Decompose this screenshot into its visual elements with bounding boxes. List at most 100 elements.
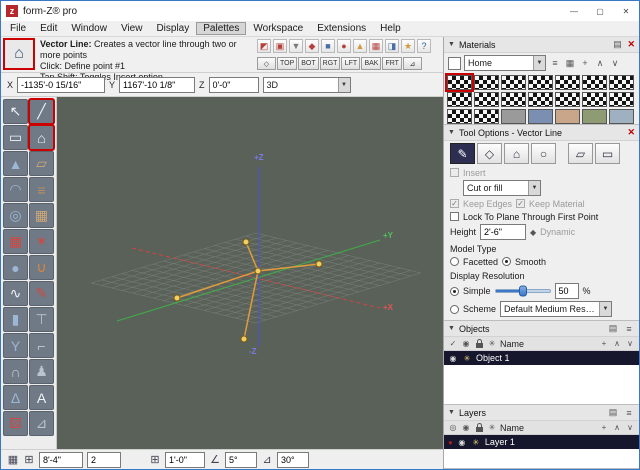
toolbar-icon-7[interactable]: ▲ — [353, 39, 367, 53]
collapse-icon[interactable]: ▼ — [448, 129, 455, 136]
snap-distance-icon[interactable]: ⊞ — [149, 454, 161, 466]
dome-tool[interactable]: ◠ — [3, 177, 28, 202]
add-material-icon[interactable]: + — [579, 57, 591, 69]
lock-icon[interactable] — [474, 340, 484, 348]
axis-snap-icon[interactable]: ⊞ — [23, 454, 35, 466]
scroll-up-icon[interactable]: ∧ — [594, 57, 606, 69]
material-swatch-20[interactable] — [582, 109, 607, 124]
material-swatch-10[interactable] — [501, 92, 526, 107]
menu-item-extensions[interactable]: Extensions — [310, 22, 373, 35]
layer-row[interactable]: ●◉✳Layer 1 — [444, 435, 639, 449]
view-frt-button[interactable]: FRT — [382, 57, 401, 70]
eye-icon[interactable]: ◉ — [461, 423, 471, 432]
add-icon[interactable]: + — [599, 339, 609, 348]
menu-item-palettes[interactable]: Palettes — [196, 22, 246, 35]
material-swatch-7[interactable] — [609, 75, 634, 90]
material-swatch-14[interactable] — [609, 92, 634, 107]
simple-radio[interactable] — [450, 287, 459, 296]
down-icon[interactable]: ∨ — [625, 339, 635, 348]
resolution-input[interactable] — [555, 283, 579, 299]
toolbar-icon-2[interactable]: ▣ — [273, 39, 287, 53]
surface-mode-icon[interactable]: ▱ — [568, 143, 593, 164]
grid-module-input[interactable] — [39, 452, 83, 468]
material-swatch-17[interactable] — [501, 109, 526, 124]
menu-item-file[interactable]: File — [3, 22, 33, 35]
lock-plane-checkbox[interactable] — [450, 212, 459, 221]
material-swatch-4[interactable] — [528, 75, 553, 90]
view-top-button[interactable]: TOP — [277, 57, 297, 70]
material-swatch-1[interactable] — [447, 75, 472, 90]
snap-distance-input[interactable] — [165, 452, 205, 468]
axon-view-icon[interactable]: ◇ — [257, 57, 276, 70]
maximize-button[interactable]: ▢ — [587, 1, 613, 21]
light-icon[interactable]: ✳ — [487, 423, 497, 432]
tool-options-close-icon[interactable]: ✕ — [627, 127, 635, 138]
toolbar-icon-8[interactable]: ▦ — [369, 39, 383, 53]
close-button[interactable]: ✕ — [613, 1, 639, 21]
material-swatch-12[interactable] — [555, 92, 580, 107]
snap-angle-icon[interactable]: ∠ — [209, 454, 221, 466]
current-material-swatch[interactable] — [448, 57, 461, 70]
material-library-select[interactable]: Home ▼ — [464, 55, 546, 71]
materials-menu-icon[interactable]: ▤ — [611, 39, 623, 51]
toolbar-icon-6[interactable]: ● — [337, 39, 351, 53]
menu-item-workspace[interactable]: Workspace — [246, 22, 310, 35]
material-swatch-13[interactable] — [582, 92, 607, 107]
height-input[interactable] — [480, 224, 526, 240]
mesh-tool[interactable]: ▦ — [3, 229, 28, 254]
vector-line-tool[interactable]: ╱ — [29, 99, 54, 124]
menu-item-help[interactable]: Help — [373, 22, 408, 35]
keep-edges-checkbox[interactable]: ✓ — [450, 199, 459, 208]
light-icon[interactable]: ✳ — [487, 339, 497, 348]
toolbar-icon-4[interactable]: ◆ — [305, 39, 319, 53]
menu-item-window[interactable]: Window — [64, 22, 114, 35]
list-view-icon[interactable]: ≡ — [549, 57, 561, 69]
up-icon[interactable]: ∧ — [612, 339, 622, 348]
add-icon[interactable]: + — [599, 423, 609, 432]
menu-item-edit[interactable]: Edit — [33, 22, 64, 35]
projection-select[interactable]: 3D ▼ — [263, 77, 351, 93]
scheme-select[interactable]: Default Medium Resolution ▼ — [500, 301, 612, 317]
object-row[interactable]: ◉✳Object 1 — [444, 351, 639, 365]
ruler-tool[interactable]: ⊿ — [29, 411, 54, 436]
hammer-tool[interactable]: ⊤ — [29, 307, 54, 332]
material-swatch-18[interactable] — [528, 109, 553, 124]
material-swatch-15[interactable] — [447, 109, 472, 124]
text-tool[interactable]: A — [29, 385, 54, 410]
stairs-tool[interactable]: ≡ — [29, 177, 54, 202]
snap-angle-input[interactable] — [225, 452, 257, 468]
toolbar-icon-10[interactable]: ★ — [401, 39, 415, 53]
eye-icon[interactable]: ◉ — [448, 354, 458, 363]
view-rgt-button[interactable]: RGT — [320, 57, 341, 70]
lock-icon[interactable] — [474, 424, 484, 432]
direction-snap-input[interactable] — [277, 452, 309, 468]
collapse-icon[interactable]: ▼ — [448, 325, 455, 332]
dynamic-toggle-icon[interactable]: ◆ — [530, 228, 536, 237]
blocks-tool[interactable]: ▦ — [29, 203, 54, 228]
facetted-radio[interactable] — [450, 257, 459, 266]
y-coordinate-input[interactable] — [119, 77, 195, 93]
layers-menu-icon[interactable]: ▤ — [607, 407, 619, 419]
keep-material-checkbox[interactable]: ✓ — [516, 199, 525, 208]
up-icon[interactable]: ∧ — [612, 423, 622, 432]
people-tool[interactable]: ♟ — [29, 359, 54, 384]
scheme-radio[interactable] — [450, 305, 459, 314]
active-tool-icon[interactable]: ⌂ — [3, 38, 35, 70]
dice-tool[interactable]: ⚄ — [3, 411, 28, 436]
toolbar-icon-3[interactable]: ▼ — [289, 39, 303, 53]
rectangle-tool[interactable]: ▭ — [3, 125, 28, 150]
material-swatch-2[interactable] — [474, 75, 499, 90]
toolbar-icon-9[interactable]: ◨ — [385, 39, 399, 53]
material-swatch-9[interactable] — [474, 92, 499, 107]
pencil-tool[interactable]: ✎ — [29, 281, 54, 306]
draw-arc-mode-icon[interactable]: ◇ — [477, 143, 502, 164]
resolution-slider[interactable] — [495, 289, 551, 293]
view-bak-button[interactable]: BAK — [361, 57, 381, 70]
draw-segment-mode-icon[interactable]: ✎ — [450, 143, 475, 164]
menu-item-view[interactable]: View — [114, 22, 150, 35]
material-swatch-5[interactable] — [555, 75, 580, 90]
spline-tool[interactable]: ∿ — [3, 281, 28, 306]
cone-tool[interactable]: ▲ — [3, 151, 28, 176]
light-icon[interactable]: ✳ — [462, 354, 472, 363]
objects-menu-icon[interactable]: ▤ — [607, 323, 619, 335]
